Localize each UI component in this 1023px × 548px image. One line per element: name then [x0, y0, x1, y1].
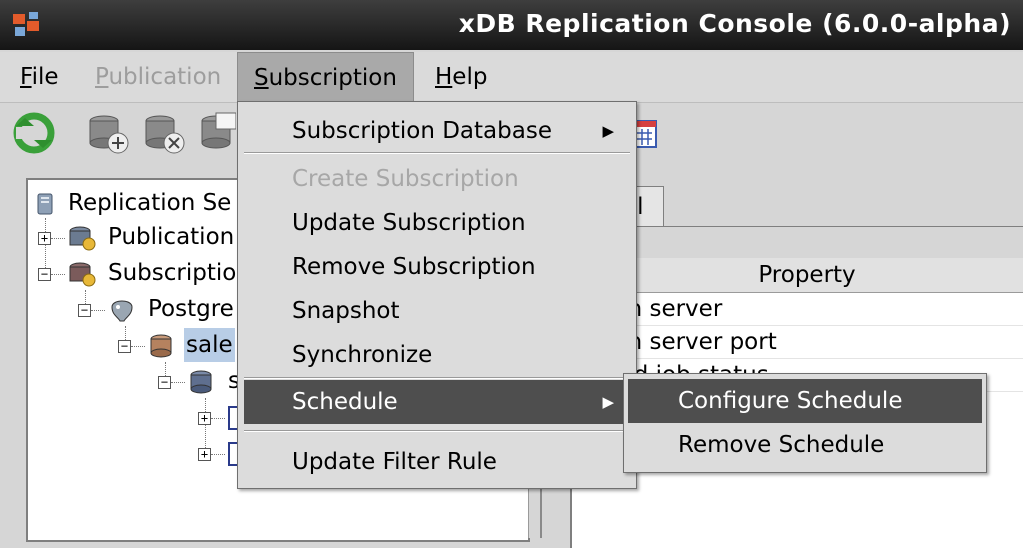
expand-icon[interactable]: + [198, 448, 211, 461]
menu-separator [244, 377, 630, 379]
tree-line [51, 274, 65, 275]
menu-separator [244, 152, 630, 154]
add-database-icon[interactable] [84, 109, 132, 157]
database-properties-icon[interactable] [196, 109, 236, 157]
postgres-elephant-icon [111, 300, 133, 322]
menu-item-label: Schedule [292, 389, 398, 415]
collapse-icon[interactable]: − [78, 304, 91, 317]
expand-icon[interactable]: + [198, 412, 211, 425]
window-title: xDB Replication Console (6.0.0-alpha) [458, 9, 1011, 38]
tree-label-root: Replication Se [68, 190, 232, 216]
menu-file-label: ile [31, 64, 59, 90]
menu-item-label: Remove Schedule [678, 432, 885, 458]
app-icon [13, 12, 39, 36]
tree-label-subscription: Subscriptio [108, 260, 237, 286]
subscription-db-icon [69, 262, 96, 287]
menu-item-update-subscription[interactable]: Update Subscription [238, 201, 636, 245]
tree-label-publication: Publication [108, 224, 235, 250]
subscription-menu: Subscription Database ▶ Create Subscript… [237, 101, 637, 489]
tree-line [91, 310, 105, 311]
menu-item-snapshot[interactable]: Snapshot [238, 289, 636, 333]
menu-item-configure-schedule[interactable]: Configure Schedule [628, 379, 982, 423]
menu-subscription-label: ubscription [268, 65, 397, 91]
menu-item-label: Update Subscription [292, 210, 526, 236]
publication-db-icon [69, 226, 96, 251]
table-row[interactable]: ation server port [572, 326, 1023, 359]
menu-item-label: Configure Schedule [678, 388, 903, 414]
menu-item-label: Remove Subscription [292, 254, 536, 280]
tree-line [131, 346, 145, 347]
menu-item-subscription-database[interactable]: Subscription Database ▶ [238, 109, 636, 153]
collapse-icon[interactable]: − [158, 376, 171, 389]
menu-item-update-filter-rule[interactable]: Update Filter Rule [238, 440, 636, 484]
menu-item-label: Synchronize [292, 342, 433, 368]
tree-label-sales: sale [184, 328, 235, 362]
menu-item-label: Create Subscription [292, 166, 519, 192]
server-icon [37, 193, 53, 215]
menu-file-mnemonic: F [20, 64, 32, 90]
remove-database-icon[interactable] [140, 109, 188, 157]
refresh-icon[interactable] [10, 109, 58, 157]
menu-item-create-subscription[interactable]: Create Subscription [238, 157, 636, 201]
tree-line [211, 454, 225, 455]
schedule-submenu: Configure Schedule Remove Schedule [623, 373, 987, 473]
menu-help[interactable]: Help [419, 52, 503, 102]
menu-item-schedule[interactable]: Schedule ▶ [244, 380, 630, 424]
tree-line [211, 418, 225, 419]
menu-help-mnemonic: H [435, 64, 453, 90]
tab-baseline [570, 226, 1023, 227]
menu-publication[interactable]: Publication [79, 52, 237, 102]
menu-help-label: elp [452, 64, 488, 90]
database-icon [150, 334, 172, 358]
menu-publication-label: ublication [108, 64, 222, 90]
menu-item-remove-subscription[interactable]: Remove Subscription [238, 245, 636, 289]
tree-label-postgres: Postgre [148, 296, 234, 322]
collapse-icon[interactable]: − [118, 340, 131, 353]
collapse-icon[interactable]: − [38, 268, 51, 281]
menu-subscription-mnemonic: S [254, 65, 269, 91]
schema-icon [190, 370, 212, 394]
tree-line [51, 238, 65, 239]
menu-subscription[interactable]: Subscription [237, 52, 414, 101]
menu-bar: File Publication Subscription Help [0, 52, 1023, 103]
menu-publication-mnemonic: P [95, 64, 109, 90]
title-bar: xDB Replication Console (6.0.0-alpha) [0, 0, 1023, 50]
menu-item-label: Snapshot [292, 298, 400, 324]
menu-item-label: Update Filter Rule [292, 449, 497, 475]
table-row[interactable]: ation server [572, 293, 1023, 326]
column-header-property[interactable]: Property [572, 258, 1023, 293]
menu-file[interactable]: File [4, 52, 75, 102]
menu-item-label: Subscription Database [292, 118, 552, 144]
expand-icon[interactable]: + [38, 232, 51, 245]
menu-separator [244, 430, 630, 432]
submenu-arrow-icon: ▶ [602, 393, 614, 411]
tree-line [171, 382, 185, 383]
submenu-arrow-icon: ▶ [602, 122, 614, 140]
menu-item-remove-schedule[interactable]: Remove Schedule [628, 423, 982, 467]
menu-item-synchronize[interactable]: Synchronize [238, 333, 636, 377]
